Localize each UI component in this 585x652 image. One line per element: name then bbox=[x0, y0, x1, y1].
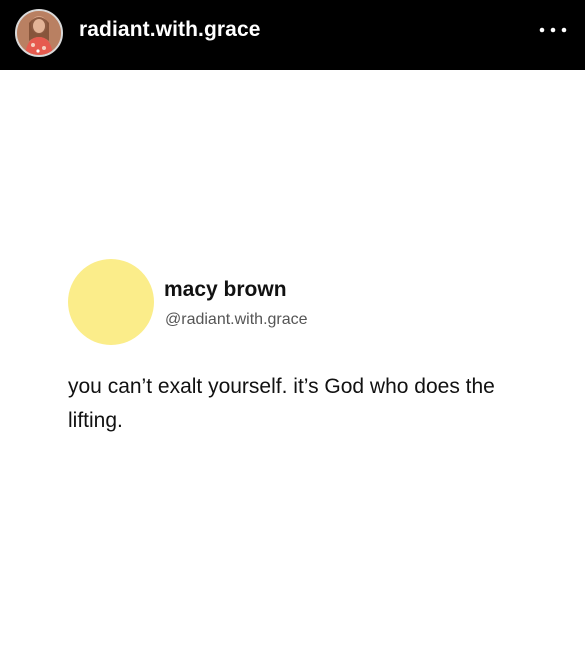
post-text: you can’t exalt yourself. it’s God who d… bbox=[68, 375, 495, 432]
author-handle: @radiant.with.grace bbox=[165, 311, 308, 328]
post-image: macy brown @radiant.with.grace you can’t… bbox=[0, 70, 585, 652]
more-options-icon bbox=[539, 27, 567, 33]
post-header: radiant.with.grace bbox=[0, 0, 585, 70]
more-options-button[interactable] bbox=[536, 20, 570, 40]
profile-avatar[interactable] bbox=[15, 9, 63, 57]
profile-photo-icon bbox=[17, 11, 61, 55]
header-username[interactable]: radiant.with.grace bbox=[79, 17, 261, 43]
author-avatar bbox=[68, 259, 154, 345]
author-name: macy brown bbox=[164, 278, 287, 301]
